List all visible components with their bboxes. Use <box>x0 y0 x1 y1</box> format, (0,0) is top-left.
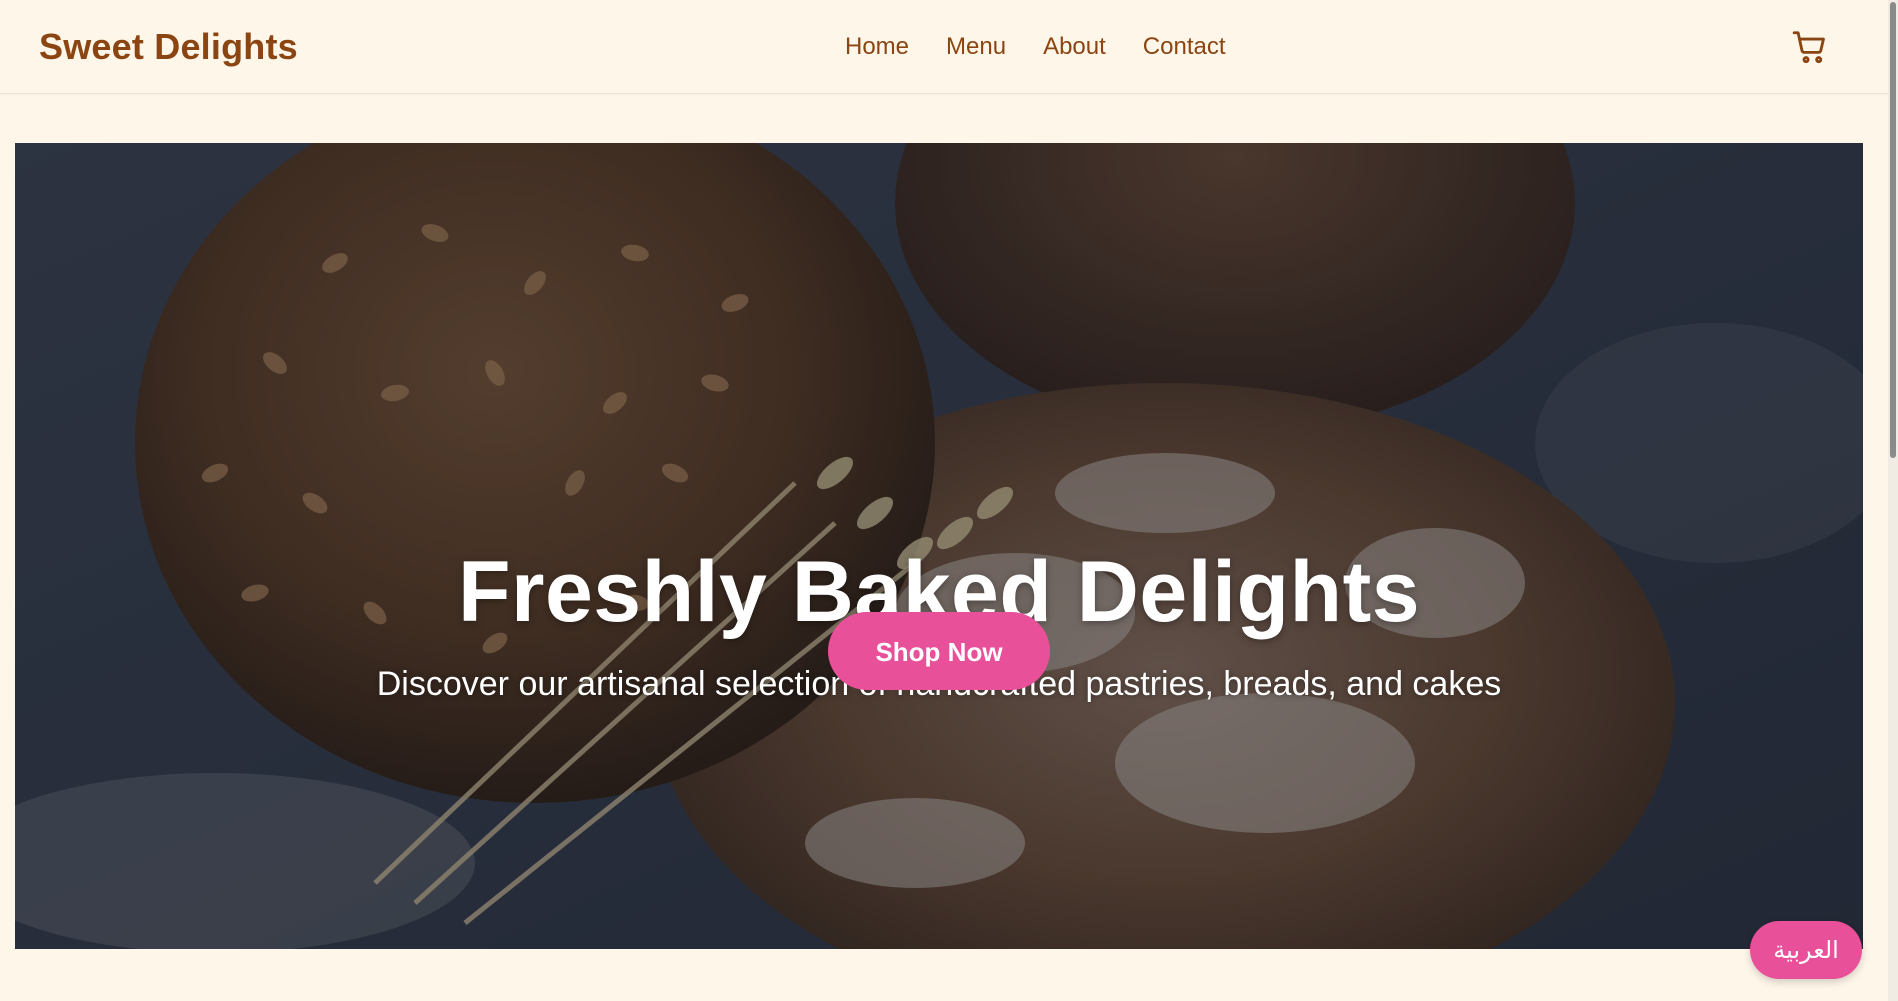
nav-link-about[interactable]: About <box>1043 33 1106 61</box>
page: Sweet Delights Home Menu About Contact F… <box>0 0 1898 1001</box>
main-nav: Home Menu About Contact <box>845 33 1226 61</box>
shop-now-label: Shop Now <box>875 637 1003 667</box>
nav-link-contact[interactable]: Contact <box>1143 33 1226 61</box>
site-logo[interactable]: Sweet Delights <box>39 26 298 68</box>
language-toggle-button[interactable]: العربية <box>1750 921 1862 979</box>
hero-section: Freshly Baked Delights Discover our arti… <box>15 143 1863 949</box>
shop-now-button[interactable]: Shop Now <box>828 612 1050 690</box>
site-header: Sweet Delights Home Menu About Contact <box>0 0 1888 94</box>
nav-link-menu[interactable]: Menu <box>946 33 1006 61</box>
nav-link-home[interactable]: Home <box>845 33 909 61</box>
shopping-cart-icon[interactable] <box>1791 28 1829 66</box>
scrollbar-thumb[interactable] <box>1890 2 1896 458</box>
vertical-scrollbar[interactable] <box>1888 0 1898 1001</box>
